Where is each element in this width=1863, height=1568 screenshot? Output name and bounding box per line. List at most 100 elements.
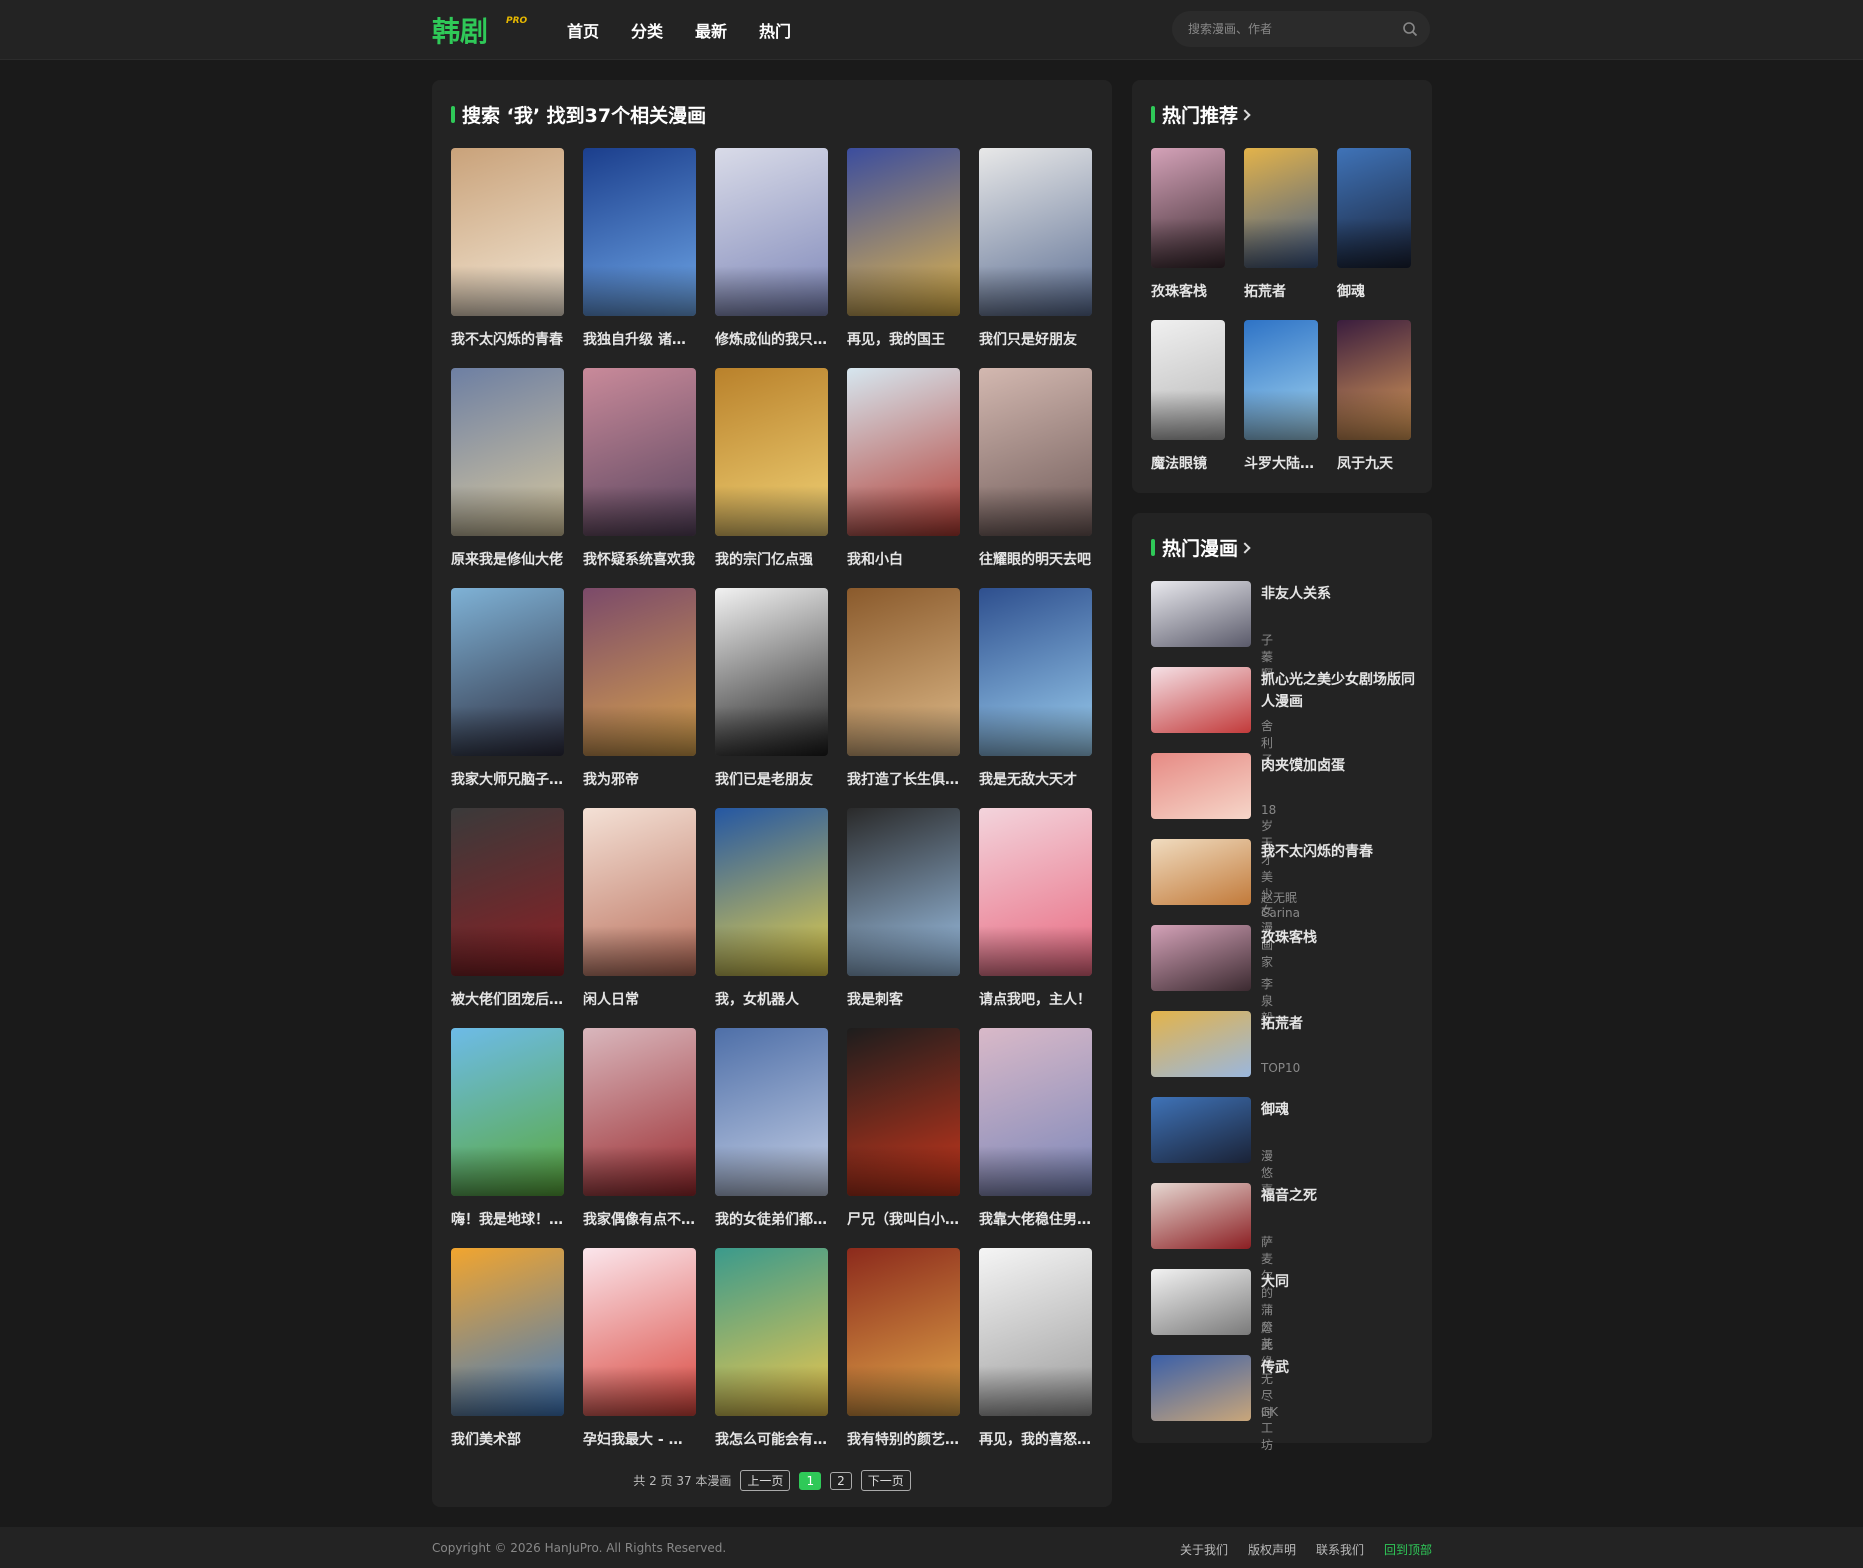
prev-page-button[interactable]: 上一页 [740,1470,791,1491]
nav-category[interactable]: 分类 [631,18,663,42]
comic-title[interactable]: 往耀眼的明天去吧 [979,549,1092,569]
comic-cover[interactable] [583,588,696,756]
comic-cover[interactable] [715,148,828,316]
comic-cover[interactable] [847,808,960,976]
back-to-top-link[interactable]: 回到顶部 [1384,1541,1432,1558]
comic-title[interactable]: 请点我吧，主人！ [979,989,1092,1009]
comic-card[interactable]: 我是无敌大天才 [979,588,1092,808]
comic-title[interactable]: 再见，我的国王 [847,329,960,349]
recommend-title[interactable]: 御魂 [1337,281,1411,301]
hot-item-title[interactable]: 传武 [1261,1357,1421,1379]
hot-thumbnail[interactable] [1151,1011,1251,1077]
recommend-title[interactable]: 斗罗大陆之天使印记 [1244,453,1318,473]
comic-card[interactable]: 我不太闪烁的青春 [451,148,564,368]
comic-card[interactable]: 我家大师兄脑子有坑 [451,588,564,808]
comic-title[interactable]: 我和小白 [847,549,960,569]
comic-title[interactable]: 我是刺客 [847,989,960,1009]
recommend-card[interactable]: 拓荒者 [1244,148,1318,320]
hot-thumbnail[interactable] [1151,1097,1251,1163]
hot-thumbnail[interactable] [1151,667,1251,733]
comic-cover[interactable] [583,368,696,536]
comic-cover[interactable] [451,808,564,976]
comic-title[interactable]: 我，女机器人 [715,989,828,1009]
comic-cover[interactable] [715,588,828,756]
comic-cover[interactable] [583,148,696,316]
recommend-cover[interactable] [1244,148,1318,268]
hot-item-title[interactable]: 孜珠客栈 [1261,927,1421,949]
comic-title[interactable]: 我靠大佬稳住男团C位 [979,1209,1092,1229]
hot-item-title[interactable]: 我不太闪烁的青春 [1261,841,1421,863]
comic-cover[interactable] [451,368,564,536]
comic-title[interactable]: 我怎么可能会有那么多女朋友 [715,1429,828,1449]
recommend-title[interactable]: 热门推荐 [1151,101,1251,128]
comic-cover[interactable] [979,808,1092,976]
comic-card[interactable]: 我怎么可能会有那么多女朋友 [715,1248,828,1468]
comic-cover[interactable] [715,368,828,536]
recommend-card[interactable]: 孜珠客栈 [1151,148,1225,320]
comic-cover[interactable] [583,1248,696,1416]
recommend-title[interactable]: 拓荒者 [1244,281,1318,301]
comic-card[interactable]: 闲人日常 [583,808,696,1028]
comic-card[interactable]: 我怀疑系统喜欢我 [583,368,696,588]
comic-cover[interactable] [451,1028,564,1196]
hot-thumbnail[interactable] [1151,839,1251,905]
comic-cover[interactable] [979,1248,1092,1416]
comic-title[interactable]: 我们美术部 [451,1429,564,1449]
recommend-title[interactable]: 凤于九天 [1337,453,1411,473]
comic-card[interactable]: 我们美术部 [451,1248,564,1468]
comic-cover[interactable] [715,1248,828,1416]
comic-title[interactable]: 我不太闪烁的青春 [451,329,564,349]
comic-cover[interactable] [979,148,1092,316]
comic-cover[interactable] [847,1028,960,1196]
comic-cover[interactable] [715,1028,828,1196]
comic-card[interactable]: 我靠大佬稳住男团C位 [979,1028,1092,1248]
hot-thumbnail[interactable] [1151,925,1251,991]
comic-title[interactable]: 再见，我的喜怒哀乐 [979,1429,1092,1449]
hot-item-title[interactable]: 御魂 [1261,1099,1421,1121]
hot-item-title[interactable]: 拓荒者 [1261,1013,1421,1035]
hot-thumbnail[interactable] [1151,581,1251,647]
comic-card[interactable]: 我是刺客 [847,808,960,1028]
recommend-cover[interactable] [1337,320,1411,440]
comic-card[interactable]: 嗨！我是地球！我就是地球！ [451,1028,564,1248]
hot-item-title[interactable]: 肉夹馍加卤蛋 [1261,755,1421,777]
comic-title[interactable]: 我独自升级 诸神黄昏 [583,329,696,349]
comic-title[interactable]: 我为邪帝 [583,769,696,789]
page-button-1[interactable]: 1 [799,1471,822,1490]
recommend-card[interactable]: 斗罗大陆之天使印记 [1244,320,1318,492]
recommend-cover[interactable] [1151,148,1225,268]
comic-cover[interactable] [847,368,960,536]
recommend-card[interactable]: 凤于九天 [1337,320,1411,492]
search-icon[interactable] [1402,21,1418,37]
comic-cover[interactable] [715,808,828,976]
next-page-button[interactable]: 下一页 [860,1470,911,1491]
nav-hot[interactable]: 热门 [759,18,791,42]
comic-card[interactable]: 我独自升级 诸神黄昏 [583,148,696,368]
comic-cover[interactable] [583,1028,696,1196]
comic-card[interactable]: 我为邪帝 [583,588,696,808]
comic-card[interactable]: 我的宗门亿点强 [715,368,828,588]
search-input[interactable] [1188,20,1388,38]
comic-cover[interactable] [979,588,1092,756]
comic-title[interactable]: 我家大师兄脑子有坑 [451,769,564,789]
comic-title[interactable]: 我有特别的颜艺技巧 [847,1429,960,1449]
hot-thumbnail[interactable] [1151,1269,1251,1335]
comic-cover[interactable] [583,808,696,976]
comic-cover[interactable] [451,148,564,316]
recommend-card[interactable]: 魔法眼镜 [1151,320,1225,492]
comic-card[interactable]: 我的女徒弟们都是未来诸天大佬 [715,1028,828,1248]
hot-item-title[interactable]: 大同 [1261,1271,1421,1293]
comic-card[interactable]: 尸兄（我叫白小飞） [847,1028,960,1248]
nav-home[interactable]: 首页 [567,18,599,42]
comic-title[interactable]: 我的女徒弟们都是未来诸天大佬 [715,1209,828,1229]
comic-cover[interactable] [451,1248,564,1416]
comic-title[interactable]: 我们只是好朋友 [979,329,1092,349]
comic-title[interactable]: 孕妇我最大 - 小龟的孕期时光 [583,1429,696,1449]
comic-cover[interactable] [847,148,960,316]
comic-title[interactable]: 原来我是修仙大佬 [451,549,564,569]
comic-card[interactable]: 我有特别的颜艺技巧 [847,1248,960,1468]
nav-latest[interactable]: 最新 [695,18,727,42]
recommend-cover[interactable] [1244,320,1318,440]
recommend-card[interactable]: 御魂 [1337,148,1411,320]
comic-card[interactable]: 我，女机器人 [715,808,828,1028]
